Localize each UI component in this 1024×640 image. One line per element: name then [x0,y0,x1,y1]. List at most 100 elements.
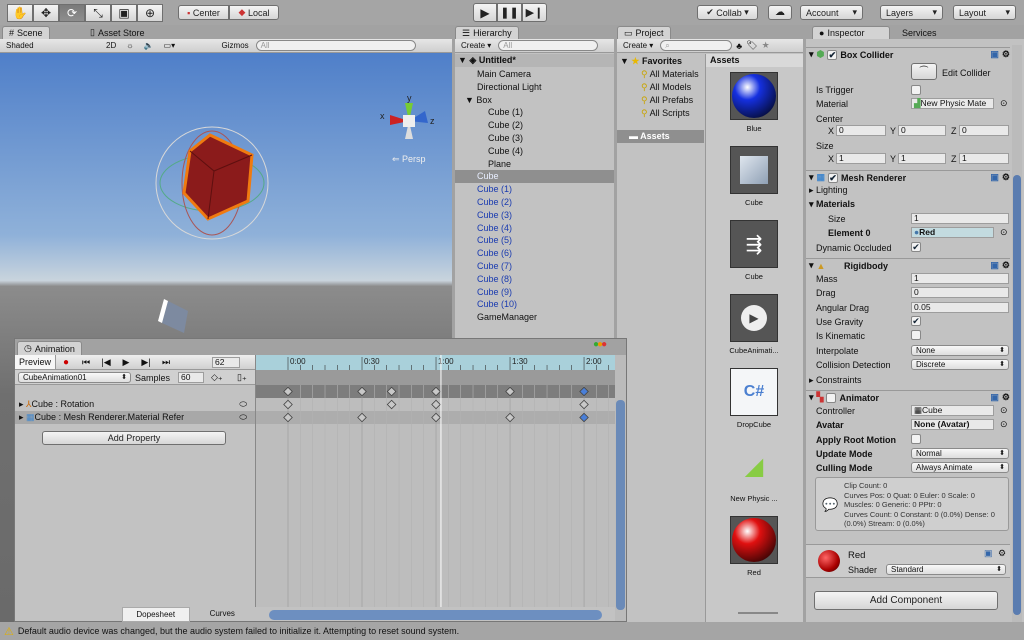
layout-dropdown[interactable]: Layout ▾ [953,5,1016,20]
thumbnail-size-slider[interactable] [738,612,778,614]
gear-icon[interactable]: ⚙ [1002,172,1010,183]
hierarchy-item[interactable]: Cube (2) [455,119,614,132]
persp-label[interactable]: ⇐ Persp [392,154,426,165]
help-icon[interactable]: ▣ [990,392,999,403]
collab-dropdown[interactable]: ✔ Collab ▾ [697,5,758,20]
gear-icon[interactable]: ⚙ [998,548,1006,559]
hierarchy-item[interactable]: Cube (1) [455,106,614,119]
layers-dropdown[interactable]: Layers ▾ [880,5,943,20]
record-button[interactable]: ● [56,357,76,368]
account-dropdown[interactable]: Account ▾ [800,5,863,20]
culling-mode-dropdown[interactable]: Always Animate [911,462,1009,473]
constraints-foldout[interactable]: ▸ Constraints [809,375,862,386]
shading-dropdown[interactable]: Shaded [3,41,99,50]
hierarchy-item[interactable]: Cube [455,170,614,184]
gear-icon[interactable]: ⚙ [1002,49,1010,60]
center-y-field[interactable]: 0 [898,125,946,136]
pivot-center-button[interactable]: ▪ Center [178,5,229,20]
favorite-item[interactable]: ⚲ All Models [617,81,704,94]
hierarchy-item[interactable]: Cube (6) [455,247,614,260]
2d-toggle[interactable]: 2D [103,41,119,50]
asset-item[interactable]: Cube [706,146,802,207]
hierarchy-item[interactable]: Cube (3) [455,209,614,222]
animation-track[interactable]: ▸ ▦Cube : Mesh Renderer.Material Refer ⬭ [15,411,255,424]
scene-root[interactable]: ▼ ◈ Untitled* [455,54,614,67]
collision-detection-dropdown[interactable]: Discrete [911,359,1009,370]
box-collider-header[interactable]: ▾ ⬢ ✔ Box Collider ▣ ⚙ [806,47,1010,61]
keyframe[interactable] [431,399,441,410]
transform-tool-button[interactable]: ⊕ [137,4,163,22]
center-x-field[interactable]: 0 [836,125,886,136]
assets-folder-item[interactable]: ▬ Assets [617,130,704,143]
pivot-local-button[interactable]: ◆ Local [229,5,279,20]
curve-visibility-icon[interactable]: ⬭ [239,411,247,424]
lighting-toggle-icon[interactable]: ☼ [123,41,136,50]
tab-project[interactable]: ▭ Project [617,26,671,39]
asset-item[interactable]: ◢ New Physic ... [706,442,802,504]
rotate-tool-button[interactable]: ⟳ [59,4,85,22]
tab-scene[interactable]: # Scene [2,26,50,39]
tab-services[interactable]: Services [896,26,943,39]
hierarchy-item[interactable]: Cube (4) [455,145,614,158]
mass-field[interactable]: 1 [911,273,1009,284]
frame-field[interactable]: 62 [212,356,241,368]
audio-toggle-icon[interactable]: 🔈 [141,41,157,50]
rigidbody-header[interactable]: ▾ ▲ Rigidbody ▣ ⚙ [806,258,1010,272]
step-button[interactable]: ▶❙ [522,3,547,22]
project-search-input[interactable]: ⌕ [660,40,733,51]
gear-icon[interactable]: ⚙ [1002,260,1010,271]
keyframe[interactable] [283,399,293,410]
curve-visibility-icon[interactable]: ⬭ [239,398,247,411]
add-property-button[interactable]: Add Property [42,431,226,445]
asset-item[interactable]: Red [706,516,802,577]
object-picker-icon[interactable]: ⊙ [1000,227,1008,238]
asset-item[interactable]: Blue [706,72,802,133]
scrollbar-thumb[interactable] [1013,175,1021,615]
help-icon[interactable]: ▣ [990,172,999,183]
asset-item[interactable]: ⇶ Cube [706,220,802,281]
add-event-icon[interactable]: ▯₊ [237,372,247,383]
gear-icon[interactable]: ⚙ [1002,392,1010,403]
preview-toggle[interactable]: Preview [15,355,57,369]
element0-field[interactable]: ●Red [911,227,994,238]
pause-button[interactable]: ❚❚ [497,3,522,22]
animator-enabled-checkbox[interactable] [826,392,837,403]
hierarchy-item[interactable]: Cube (4) [455,222,614,235]
hierarchy-item[interactable]: Main Camera [455,68,614,81]
favorite-item[interactable]: ⚲ All Materials [617,68,704,81]
tab-inspector[interactable]: ● Inspector [812,26,890,39]
asset-item[interactable]: C# DropCube [706,368,802,429]
use-gravity-checkbox[interactable]: ✔ [911,316,921,326]
materials-size-field[interactable]: 1 [911,213,1009,224]
next-key-button[interactable]: ▶| [136,357,156,368]
filter-type-icon[interactable]: ♣ [736,41,742,51]
hierarchy-item[interactable]: Cube (7) [455,260,614,273]
hierarchy-item[interactable]: Cube (1) [455,183,614,196]
filter-label-icon[interactable]: 🏷 [746,40,757,51]
move-tool-button[interactable]: ✥ [33,4,59,22]
keyframe[interactable] [579,399,589,410]
clip-dropdown[interactable]: CubeAnimation01 [18,372,131,383]
hierarchy-search-input[interactable]: All [498,40,599,51]
tab-hierarchy[interactable]: ☰ Hierarchy [455,26,519,39]
object-picker-icon[interactable]: ⊙ [1000,419,1008,430]
play-preview-button[interactable]: ▶ [116,357,136,368]
is-kinematic-checkbox[interactable] [911,330,921,340]
object-picker-icon[interactable]: ⊙ [1000,405,1008,416]
hierarchy-item[interactable]: ▼ Box [455,94,614,107]
scrollbar-thumb[interactable] [616,400,625,610]
hierarchy-item[interactable]: Cube (5) [455,234,614,247]
cloud-icon[interactable]: ☁ [768,5,792,20]
scale-tool-button[interactable]: ⤡ [85,4,111,22]
add-keyframe-icon[interactable]: ◇₊ [211,372,223,383]
vertical-scrollbar[interactable] [615,355,626,621]
rect-tool-button[interactable]: ▣ [111,4,137,22]
update-mode-dropdown[interactable]: Normal [911,448,1009,459]
help-icon[interactable]: ▣ [984,548,993,559]
mesh-renderer-header[interactable]: ▾ ▦ ✔ Mesh Renderer ▣ ⚙ [806,170,1010,184]
drag-field[interactable]: 0 [911,287,1009,298]
scene-search-input[interactable]: All [255,40,416,51]
materials-foldout[interactable]: ▾ Materials [809,199,855,210]
animation-track[interactable]: ▸ ⅄Cube : Rotation ⬭ [15,398,255,411]
last-key-button[interactable]: ⏭ [156,357,176,368]
